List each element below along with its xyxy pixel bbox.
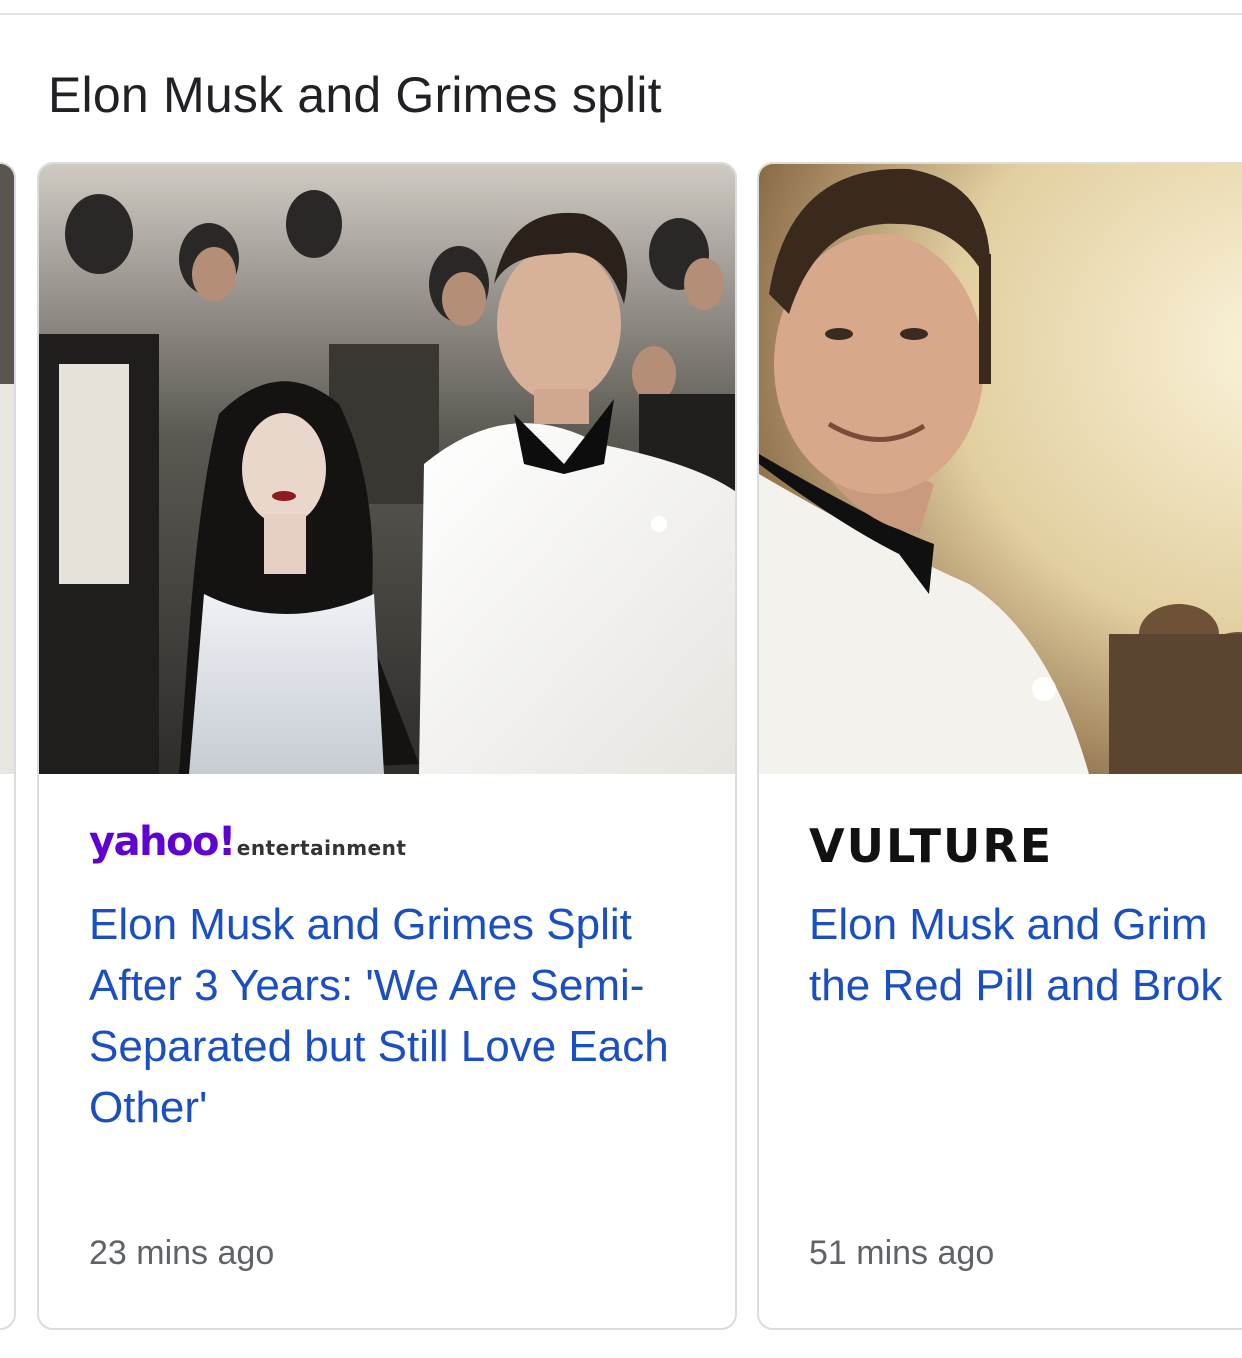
source-logo-yahoo-entertainment: yahoo! entertainment <box>89 819 406 869</box>
news-headline-link[interactable]: Elon Musk and Grimes Split After 3 Years… <box>89 894 704 1138</box>
news-headline-link[interactable]: Elon Musk and Grim the Red Pill and Brok <box>809 894 1242 1016</box>
news-carousel[interactable]: yahoo! entertainment Elon Musk and Grimes… <box>0 162 1242 1332</box>
source-logo-sub: entertainment <box>236 836 407 860</box>
source-logo-main: yahoo! <box>89 819 236 865</box>
source-logo-main: VULTURE <box>809 819 1054 873</box>
news-card-thumbnail <box>759 164 1242 774</box>
news-headline-line: Elon Musk and Grim <box>809 900 1208 949</box>
news-timestamp: 51 mins ago <box>809 1234 995 1272</box>
news-timestamp: 23 mins ago <box>89 1234 275 1272</box>
news-card-thumbnail <box>0 164 14 774</box>
top-divider <box>0 13 1242 15</box>
news-photo <box>39 164 735 774</box>
news-photo <box>759 164 1242 774</box>
news-card[interactable]: VULTURE Elon Musk and Grim the Red Pill … <box>757 162 1242 1330</box>
source-logo-vulture: VULTURE <box>809 819 1053 873</box>
news-card-previous[interactable] <box>0 162 16 1330</box>
news-card-thumbnail <box>39 164 735 774</box>
news-card[interactable]: yahoo! entertainment Elon Musk and Grimes… <box>37 162 737 1330</box>
section-title: Elon Musk and Grimes split <box>48 67 662 123</box>
news-headline-line: the Red Pill and Brok <box>809 961 1223 1010</box>
